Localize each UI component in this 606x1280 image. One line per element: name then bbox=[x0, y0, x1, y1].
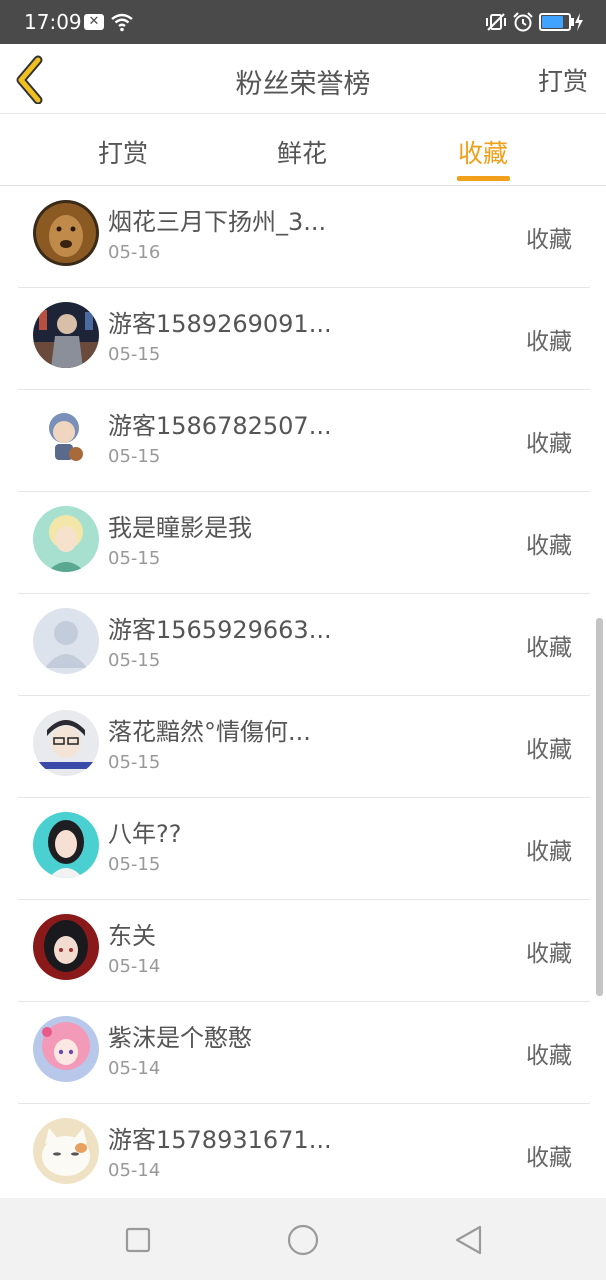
vibrate-icon bbox=[486, 13, 506, 31]
row-username: 东关 bbox=[108, 922, 156, 950]
default-user-avatar bbox=[33, 608, 99, 674]
row-favorite-label[interactable]: 收藏 bbox=[526, 322, 572, 356]
row-username: 游客1589269091... bbox=[108, 310, 332, 338]
row-date: 05-14 bbox=[108, 1058, 161, 1079]
row-date: 05-15 bbox=[108, 548, 161, 569]
tab-favorites[interactable]: 收藏 bbox=[458, 134, 508, 170]
list-item[interactable]: 游客1565929663... 05-15 收藏 bbox=[18, 594, 590, 696]
status-time: 17:09 bbox=[24, 10, 82, 34]
page-title: 粉丝荣誉榜 bbox=[235, 69, 371, 100]
back-button[interactable] bbox=[12, 54, 62, 105]
glasses-boy-avatar bbox=[33, 710, 99, 776]
row-favorite-label[interactable]: 收藏 bbox=[526, 730, 572, 764]
row-favorite-label[interactable]: 收藏 bbox=[526, 934, 572, 968]
row-date: 05-15 bbox=[108, 446, 161, 467]
home-button[interactable] bbox=[283, 1220, 323, 1260]
fan-list[interactable]: 烟花三月下扬州_3... 05-16 收藏 游客1589269091... 05… bbox=[0, 186, 606, 1198]
chevron-left-icon bbox=[16, 55, 43, 105]
tab-reward[interactable]: 打赏 bbox=[98, 134, 148, 170]
row-favorite-label[interactable]: 收藏 bbox=[526, 1036, 572, 1070]
home-circle-icon bbox=[287, 1224, 319, 1256]
cat-avatar bbox=[33, 1118, 99, 1184]
row-username: 游客1565929663... bbox=[108, 616, 332, 644]
row-favorite-label[interactable]: 收藏 bbox=[526, 424, 572, 458]
back-triangle-icon bbox=[455, 1225, 482, 1255]
row-favorite-label[interactable]: 收藏 bbox=[526, 220, 572, 254]
notification-x-icon: ✕ bbox=[84, 14, 104, 30]
list-item[interactable]: 落花黯然°情傷何... 05-15 收藏 bbox=[18, 696, 590, 798]
list-scrollbar[interactable] bbox=[596, 618, 603, 996]
row-username: 游客1578931671... bbox=[108, 1126, 332, 1154]
list-item[interactable]: 游客1578931671... 05-14 收藏 bbox=[18, 1104, 590, 1198]
list-item[interactable]: 烟花三月下扬州_3... 05-16 收藏 bbox=[18, 186, 590, 288]
row-username: 烟花三月下扬州_3... bbox=[108, 208, 327, 236]
row-username: 八年?? bbox=[108, 820, 182, 848]
active-tab-indicator bbox=[457, 176, 510, 181]
list-item[interactable]: 游客1586782507... 05-15 收藏 bbox=[18, 390, 590, 492]
wifi-icon bbox=[111, 13, 133, 32]
list-item[interactable]: 我是瞳影是我 05-15 收藏 bbox=[18, 492, 590, 594]
list-item[interactable]: 游客1589269091... 05-15 收藏 bbox=[18, 288, 590, 390]
list-item[interactable]: 紫沫是个憨憨 05-14 收藏 bbox=[18, 1002, 590, 1104]
row-date: 05-15 bbox=[108, 854, 161, 875]
charging-bolt-icon bbox=[575, 13, 583, 31]
row-date: 05-14 bbox=[108, 956, 161, 977]
tab-flowers[interactable]: 鲜花 bbox=[277, 134, 327, 170]
alarm-icon bbox=[513, 12, 533, 32]
recents-square-icon bbox=[125, 1227, 151, 1253]
status-bar: 17:09 ✕ bbox=[0, 0, 606, 44]
girl-portrait-avatar bbox=[33, 812, 99, 878]
reward-button[interactable]: 打赏 bbox=[538, 62, 588, 98]
anime-boy-avatar bbox=[33, 506, 99, 572]
row-favorite-label[interactable]: 收藏 bbox=[526, 526, 572, 560]
row-username: 游客1586782507... bbox=[108, 412, 332, 440]
list-item[interactable]: 八年?? 05-15 收藏 bbox=[18, 798, 590, 900]
row-date: 05-15 bbox=[108, 752, 161, 773]
row-username: 紫沫是个憨憨 bbox=[108, 1024, 252, 1052]
battery-icon bbox=[539, 13, 571, 31]
anime-figure-avatar bbox=[33, 302, 99, 368]
chibi-boy-avatar bbox=[33, 404, 99, 470]
system-back-button[interactable] bbox=[450, 1220, 490, 1260]
row-username: 落花黯然°情傷何... bbox=[108, 718, 311, 746]
dark-hair-girl-avatar bbox=[33, 914, 99, 980]
pink-anime-girl-avatar bbox=[33, 1016, 99, 1082]
row-date: 05-16 bbox=[108, 242, 161, 263]
row-date: 05-14 bbox=[108, 1160, 161, 1181]
tab-bar: 打赏 鲜花 收藏 bbox=[0, 114, 606, 186]
header: 粉丝荣誉榜 打赏 bbox=[0, 44, 606, 114]
row-favorite-label[interactable]: 收藏 bbox=[526, 832, 572, 866]
row-date: 05-15 bbox=[108, 650, 161, 671]
row-favorite-label[interactable]: 收藏 bbox=[526, 1138, 572, 1172]
lion-avatar bbox=[33, 200, 99, 266]
row-username: 我是瞳影是我 bbox=[108, 514, 252, 542]
row-date: 05-15 bbox=[108, 344, 161, 365]
recents-button[interactable] bbox=[118, 1220, 158, 1260]
list-item[interactable]: 东关 05-14 收藏 bbox=[18, 900, 590, 1002]
system-nav-bar bbox=[0, 1198, 606, 1280]
row-favorite-label[interactable]: 收藏 bbox=[526, 628, 572, 662]
